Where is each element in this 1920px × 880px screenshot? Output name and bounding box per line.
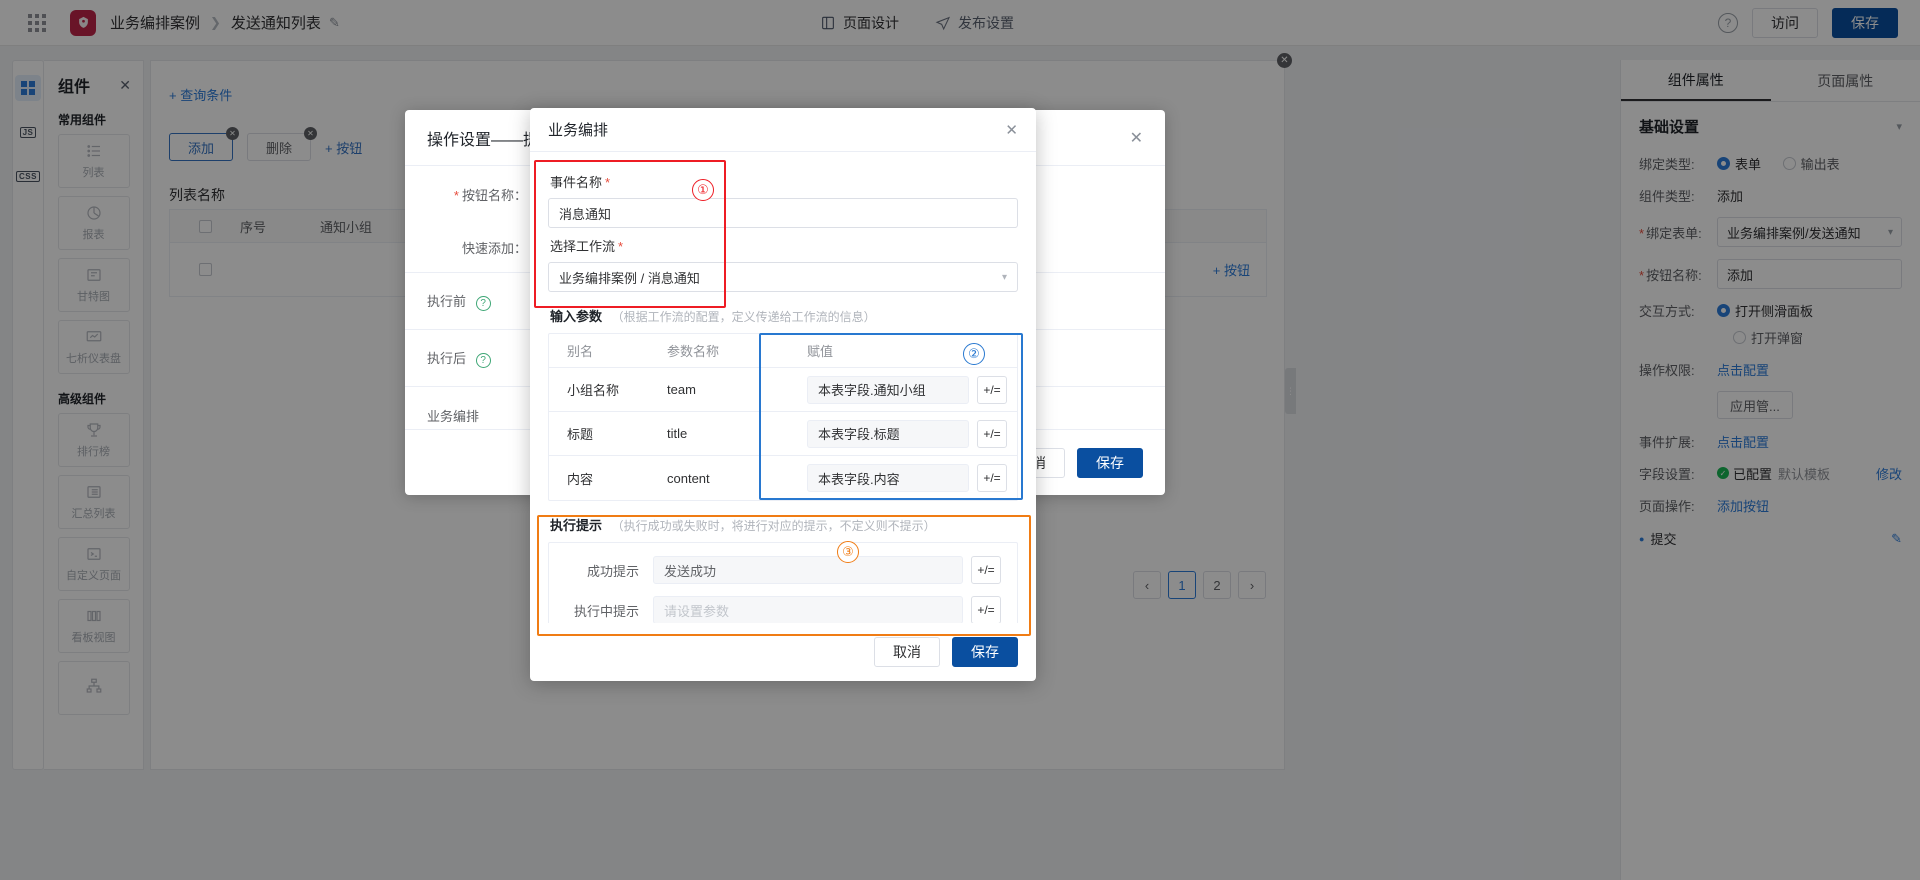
param-name: content <box>667 470 710 486</box>
param-value-cell: 本表字段.通知小组 +/= <box>777 375 1017 404</box>
event-name-label: 事件名称 * <box>550 175 611 190</box>
param-value-cell: 本表字段.内容 +/= <box>777 464 1017 492</box>
workflow-select-label-text: 选择工作流 <box>550 239 616 254</box>
op-after-exec-label-text: 执行后 <box>427 351 467 366</box>
input-params-section-label: 输入参数 （根据工作流的配置，定义传递给工作流的信息） <box>550 306 1018 325</box>
exec-prompt-section-label: 执行提示 （执行成功或失败时，将进行对应的提示，不定义则不提示） <box>550 515 1018 534</box>
params-col-name: 参数名称 <box>667 344 720 359</box>
success-prompt-formula-button[interactable]: +/= <box>971 556 1001 584</box>
param-alias: 内容 <box>567 471 594 487</box>
success-prompt-input[interactable]: 发送成功 <box>653 556 963 584</box>
param-formula-button[interactable]: +/= <box>977 375 1007 404</box>
op-save-button[interactable]: 保存 <box>1077 447 1143 478</box>
annotation-number-3: ③ <box>837 541 859 563</box>
prompt-row-running: 执行中提示 请设置参数 +/= <box>549 593 1017 623</box>
params-row: 标题 title 本表字段.标题 +/= <box>549 412 1017 456</box>
workflow-cancel-button[interactable]: 取消 <box>874 637 940 667</box>
event-name-input[interactable]: 消息通知 <box>548 198 1018 228</box>
workflow-save-button[interactable]: 保存 <box>952 637 1018 667</box>
operation-settings-title: 操作设置——提 <box>427 131 540 149</box>
prompt-row-success: 成功提示 发送成功 +/= <box>549 553 1017 587</box>
op-button-name-label-text: 按钮名称： <box>461 187 527 203</box>
running-prompt-input[interactable]: 请设置参数 <box>653 596 963 623</box>
param-name: title <box>667 426 688 441</box>
input-params-table: 别名 参数名称 赋值 小组名称 team 本表字段.通知小组 +/= 标题 ti… <box>548 333 1018 501</box>
chevron-down-icon: ▾ <box>1001 271 1007 283</box>
workflow-dialog-header: 业务编排 ✕ <box>530 108 1036 152</box>
params-col-alias: 别名 <box>567 344 594 359</box>
success-prompt-label: 成功提示 <box>586 563 639 579</box>
running-prompt-label: 执行中提示 <box>573 603 639 619</box>
workflow-select-label: 选择工作流 * <box>550 239 624 254</box>
params-row: 小组名称 team 本表字段.通知小组 +/= <box>549 368 1017 412</box>
param-formula-button[interactable]: +/= <box>977 419 1007 448</box>
param-value-input[interactable]: 本表字段.通知小组 <box>807 375 969 404</box>
workflow-dialog-footer: 取消 保存 <box>530 623 1036 681</box>
params-header-row: 别名 参数名称 赋值 <box>549 334 1017 368</box>
workflow-dialog-title: 业务编排 <box>548 122 609 139</box>
param-alias: 小组名称 <box>567 383 620 398</box>
running-prompt-formula-button[interactable]: +/= <box>971 596 1001 623</box>
op-button-name-label: * 按钮名称： <box>453 187 527 203</box>
close-icon[interactable]: ✕ <box>1130 128 1143 148</box>
exec-prompt-hint: （执行成功或失败时，将进行对应的提示，不定义则不提示） <box>611 519 936 533</box>
close-icon[interactable]: ✕ <box>1005 121 1018 139</box>
input-params-hint: （根据工作流的配置，定义传递给工作流的信息） <box>611 310 876 324</box>
param-value-input[interactable]: 本表字段.内容 <box>807 464 969 492</box>
exec-prompt-label-text: 执行提示 <box>550 518 603 533</box>
workflow-dialog-body: 事件名称 * 消息通知 选择工作流 * 业务编排案例 / 消息通知 ▾ 输入参数 （… <box>530 152 1036 623</box>
op-quick-add-label: 快速添加： <box>461 240 527 256</box>
event-name-value: 消息通知 <box>559 206 612 222</box>
workflow-select[interactable]: 业务编排案例 / 消息通知 ▾ <box>548 262 1018 292</box>
exec-prompt-box: 成功提示 发送成功 +/= 执行中提示 请设置参数 +/= <box>548 542 1018 623</box>
param-value-input[interactable]: 本表字段.标题 <box>807 419 969 448</box>
annotation-number-2: ② <box>963 343 985 365</box>
help-icon[interactable]: ? <box>475 353 491 368</box>
param-name: team <box>667 382 696 397</box>
params-col-value-text: 赋值 <box>807 344 834 359</box>
annotation-number-1: ① <box>692 179 714 201</box>
param-value-cell: 本表字段.标题 +/= <box>777 419 1017 448</box>
input-params-label-text: 输入参数 <box>550 309 603 324</box>
param-formula-button[interactable]: +/= <box>977 464 1007 492</box>
help-icon[interactable]: ? <box>475 296 491 311</box>
workflow-dialog: 业务编排 ✕ 事件名称 * 消息通知 选择工作流 * 业务编排案例 / 消息通知 ▾… <box>530 108 1036 681</box>
op-before-exec-label-text: 执行前 <box>427 294 467 309</box>
workflow-select-value: 业务编排案例 / 消息通知 <box>559 270 700 286</box>
event-name-label-text: 事件名称 <box>550 175 603 190</box>
params-row: 内容 content 本表字段.内容 +/= <box>549 456 1017 500</box>
param-alias: 标题 <box>567 427 594 442</box>
